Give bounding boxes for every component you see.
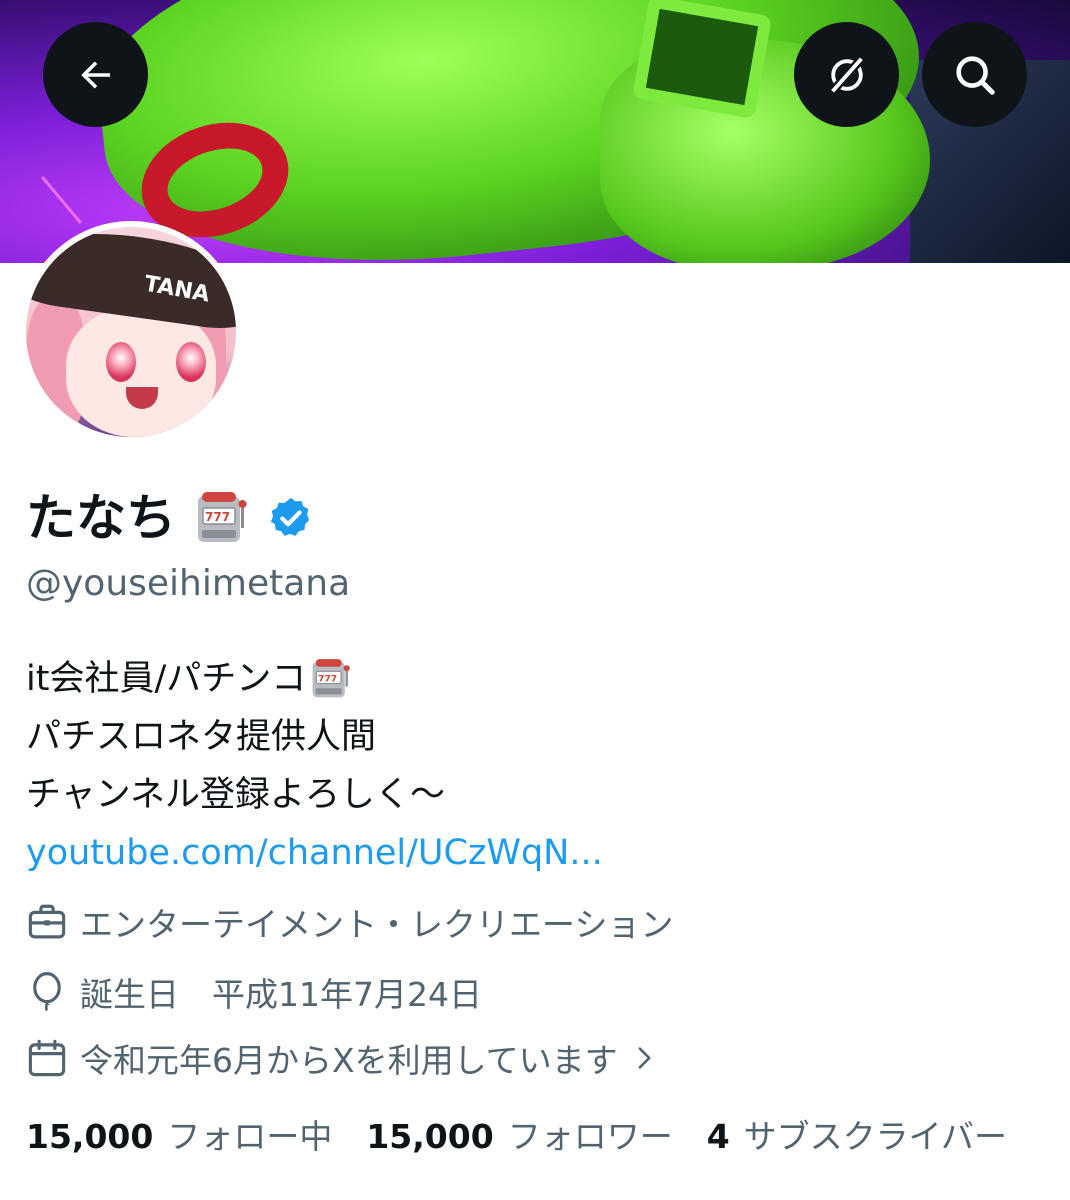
back-button[interactable] — [43, 22, 148, 127]
banner-figure-hole — [631, 0, 773, 119]
followers-link[interactable]: 15,000 フォロワー — [366, 1110, 706, 1158]
subscribers-link[interactable]: 4 サブスクライバー — [707, 1110, 1041, 1158]
bio: it会社員/パチンコ 777 パチスロネタ提供人間 チャンネル登録よろしく～ y… — [26, 650, 603, 882]
bio-text: パチスロネタ提供人間 — [26, 717, 377, 757]
back-arrow-icon — [80, 61, 110, 88]
grok-button[interactable] — [794, 22, 899, 127]
avatar-eye — [176, 342, 206, 382]
bio-line: チャンネル登録よろしく～ — [26, 766, 603, 824]
avatar-image: TANA — [26, 227, 236, 437]
profile-page: TANA たなち 777 @youseihimetana it会社員/パチンコ — [0, 0, 1070, 1200]
chevron-right-icon — [638, 1047, 651, 1069]
profile-banner[interactable] — [0, 0, 1070, 263]
category-row: エンターテイメント・レクリエーション — [26, 898, 673, 946]
avatar[interactable]: TANA — [20, 221, 242, 443]
verified-badge-icon — [270, 497, 310, 536]
slot-machine-emoji: 777 — [312, 659, 351, 698]
handle: @youseihimetana — [26, 563, 351, 604]
search-button[interactable] — [922, 22, 1027, 127]
subscribers-count: 4 — [706, 1117, 730, 1156]
calendar-icon — [28, 1039, 66, 1077]
following-count: 15,000 — [26, 1117, 154, 1156]
bio-link[interactable]: youtube.com/channel/UCzWqN... — [26, 824, 603, 882]
following-label: フォロー中 — [167, 1117, 333, 1156]
grok-icon — [827, 54, 866, 95]
svg-text:777: 777 — [205, 510, 230, 524]
search-icon — [955, 55, 995, 95]
birthday-row: 誕生日 平成11年7月24日 — [26, 968, 482, 1016]
briefcase-icon — [28, 904, 66, 939]
birthday-text: 誕生日 平成11年7月24日 — [80, 975, 482, 1014]
profile-stats: 15,000 フォロー中 15,000 フォロワー 4 サブスクライバー — [26, 1110, 1041, 1158]
display-name: たなち — [26, 489, 176, 547]
avatar-eye — [106, 342, 136, 382]
bio-line: パチスロネタ提供人間 — [26, 708, 603, 766]
followers-count: 15,000 — [366, 1117, 494, 1156]
joined-text: 令和元年6月からXを利用しています — [80, 1041, 618, 1080]
balloon-icon — [33, 972, 61, 1012]
bio-line: youtube.com/channel/UCzWqN... — [26, 824, 603, 882]
slot-machine-emoji: 777 — [198, 492, 247, 542]
bio-line: it会社員/パチンコ 777 — [26, 650, 603, 708]
name-row: たなち 777 — [26, 478, 314, 558]
svg-text:777: 777 — [318, 673, 337, 684]
following-link[interactable]: 15,000 フォロー中 — [26, 1110, 366, 1158]
joined-row[interactable]: 令和元年6月からXを利用しています — [26, 1034, 658, 1082]
subscribers-label: サブスクライバー — [743, 1117, 1007, 1156]
category-text: エンターテイメント・レクリエーション — [80, 905, 674, 944]
bio-text: it会社員/パチンコ — [26, 659, 307, 699]
banner-sparkle — [41, 176, 82, 224]
bio-text: チャンネル登録よろしく～ — [26, 775, 445, 815]
followers-label: フォロワー — [507, 1117, 673, 1156]
